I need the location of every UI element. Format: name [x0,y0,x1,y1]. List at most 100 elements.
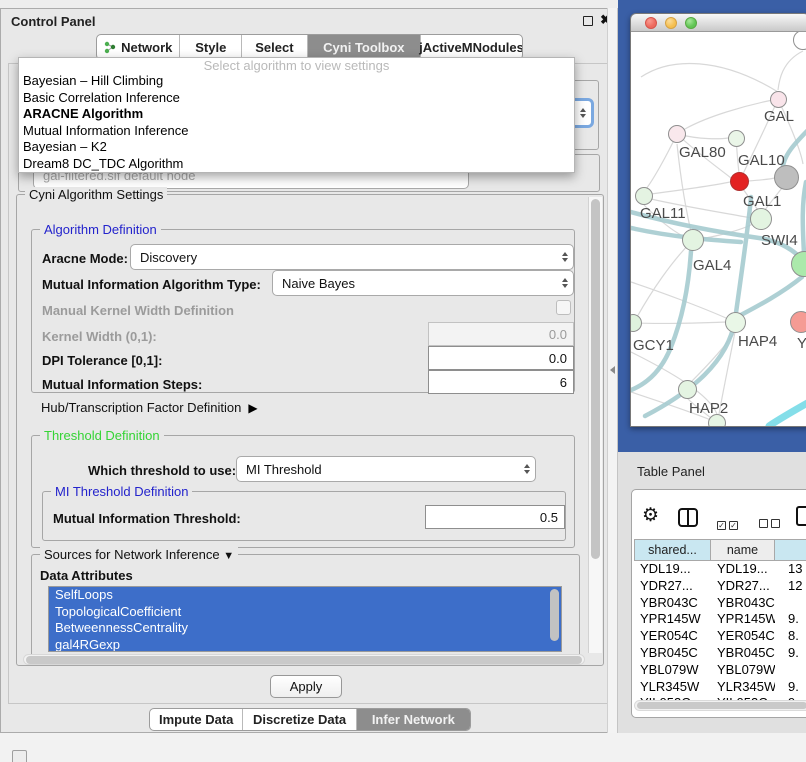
tab-select[interactable]: Select [242,35,308,59]
kernel-width-field[interactable]: 0.0 [428,322,574,346]
mi-type-label: Mutual Information Algorithm Type: [42,277,261,292]
table-horizontal-scrollbar[interactable] [634,700,806,711]
zoom-traffic-light[interactable] [685,17,697,29]
cell: YBL079W [634,662,711,679]
tab-jactivemnodules[interactable]: jActiveMNodules [421,35,522,59]
dropdown-item[interactable]: Bayesian – Hill Climbing [19,73,574,90]
node-gal80[interactable] [668,125,686,143]
data-attributes-list[interactable]: SelfLoops TopologicalCoefficient Between… [48,586,562,652]
table-row[interactable]: YLR345WYLR345W9. [634,679,806,696]
network-window-titlebar[interactable] [631,14,806,32]
dropdown-item[interactable]: Mutual Information Inference [19,123,574,140]
show-columns-icon[interactable]: ✓✓ [717,515,741,533]
close-traffic-light[interactable] [645,17,657,29]
node-hap4[interactable] [725,312,746,333]
tab-cyni-toolbox[interactable]: Cyni Toolbox [308,35,421,59]
table-row[interactable]: YER054CYER054C8. [634,628,806,645]
tab-network[interactable]: Network [97,35,180,59]
dropdown-item-selected[interactable]: ARACNE Algorithm [19,106,574,123]
mi-steps-field[interactable]: 6 [428,370,574,394]
manual-kernel-checkbox[interactable] [556,300,571,315]
node-hap2[interactable] [678,380,697,399]
mi-algorithm-type-combo[interactable]: Naive Bayes [272,270,574,296]
threshold-definition-title: Threshold Definition [40,428,164,443]
node-gal10[interactable] [728,130,745,147]
mi-steps-value: 6 [560,375,567,390]
table-row[interactable]: YDL19...YDL19...13 [634,561,806,578]
list-item[interactable]: BetweennessCentrality [49,620,561,637]
tab-style[interactable]: Style [180,35,242,59]
minimized-panel-icon[interactable] [12,750,27,762]
apply-button[interactable]: Apply [270,675,342,698]
cell: 9. [775,645,806,662]
table-row[interactable]: YBR045CYBR045C9. [634,645,806,662]
scrollbar-thumb[interactable] [26,656,582,664]
combo-arrows-icon [562,278,568,288]
settings-horizontal-scrollbar[interactable] [23,654,585,665]
which-threshold-value: MI Threshold [246,462,322,477]
sources-title[interactable]: Sources for Network Inference ▼ [40,547,238,562]
which-threshold-label: Which threshold to use: [88,463,236,478]
which-threshold-combo[interactable]: MI Threshold [236,456,536,482]
column-header-partial[interactable]: A [775,539,806,561]
scrollbar-thumb[interactable] [591,199,600,559]
expand-arrow-icon: ▶ [248,401,257,415]
column-header-shared-name[interactable]: shared... [634,539,711,561]
scrollbar-thumb[interactable] [637,702,806,709]
checked-box-icon: ✓ [717,521,726,530]
panel-splitter[interactable] [607,8,618,733]
cell: YER054C [634,628,711,645]
node-label: HAP4 [738,333,777,350]
export-table-icon[interactable] [796,506,806,526]
node-gal1[interactable] [730,172,749,191]
settings-vertical-scrollbar[interactable] [588,197,602,653]
float-window-icon[interactable] [583,16,593,26]
aracne-mode-combo[interactable]: Discovery [130,244,574,270]
node-label: GCY1 [633,337,674,354]
hide-columns-icon[interactable] [759,515,783,533]
tab-label: Cyni Toolbox [323,40,404,55]
tab-label: jActiveMNodules [419,40,523,55]
list-item[interactable]: TopologicalCoefficient [49,604,561,621]
splitter-arrow-icon[interactable] [610,366,615,374]
dpi-tolerance-label: DPI Tolerance [0,1]: [42,353,162,368]
table-row[interactable]: YBR043CYBR043C [634,595,806,612]
control-panel-titlebar[interactable]: Control Panel ✖ [1,9,617,33]
tab-impute-data[interactable]: Impute Data [150,709,243,730]
tab-label: Network [121,40,172,55]
cell: YDR27... [711,578,775,595]
dropdown-item[interactable]: Basic Correlation Inference [19,90,574,107]
mi-threshold-field[interactable]: 0.5 [425,505,565,529]
network-window[interactable]: GAL GAL80 GAL10 GAL1 GAL11 SWI4 GAL4 GCY… [630,13,806,427]
column-header-name[interactable]: name [711,539,775,561]
tab-discretize-data[interactable]: Discretize Data [243,709,356,730]
node-gal4[interactable] [682,229,704,251]
list-item[interactable]: gal4RGexp [49,637,561,653]
table-panel-card: ⚙ ✓✓ shared... name A YDL19...YDL19...13… [631,489,806,718]
table-row[interactable]: YBL079WYBL079W [634,662,806,679]
node-label: GAL [764,108,794,125]
node-gal11[interactable] [635,187,653,205]
screen: Control Panel ✖ Network Style Select [0,0,806,762]
data-attributes-label: Data Attributes [40,568,133,583]
node-swi4[interactable] [750,208,772,230]
network-canvas[interactable]: GAL GAL80 GAL10 GAL1 GAL11 SWI4 GAL4 GCY… [631,32,806,426]
tab-infer-network[interactable]: Infer Network [357,709,470,730]
dropdown-item[interactable]: Bayesian – K2 [19,139,574,156]
hub-definition-toggle[interactable]: Hub/Transcription Factor Definition ▶ [41,400,258,415]
sources-group: Sources for Network Inference ▼ Data Att… [31,554,580,659]
list-scrollbar[interactable] [550,589,559,641]
settings-group-title: Cyni Algorithm Settings [25,187,167,202]
node-salmon[interactable] [790,311,806,333]
node-gal-partial[interactable] [770,91,787,108]
minimize-traffic-light[interactable] [665,17,677,29]
table-row[interactable]: YPR145WYPR145W9. [634,611,806,628]
table-header: shared... name A [634,539,806,561]
list-item[interactable]: SelfLoops [49,587,561,604]
column-layout-icon[interactable] [678,508,698,527]
table-row[interactable]: YDR27...YDR27...12 [634,578,806,595]
dpi-tolerance-field[interactable]: 0.0 [428,346,574,370]
gear-icon[interactable]: ⚙ [642,506,659,525]
tab-label: Infer Network [372,712,455,727]
dropdown-item[interactable]: Dream8 DC_TDC Algorithm [19,156,574,173]
